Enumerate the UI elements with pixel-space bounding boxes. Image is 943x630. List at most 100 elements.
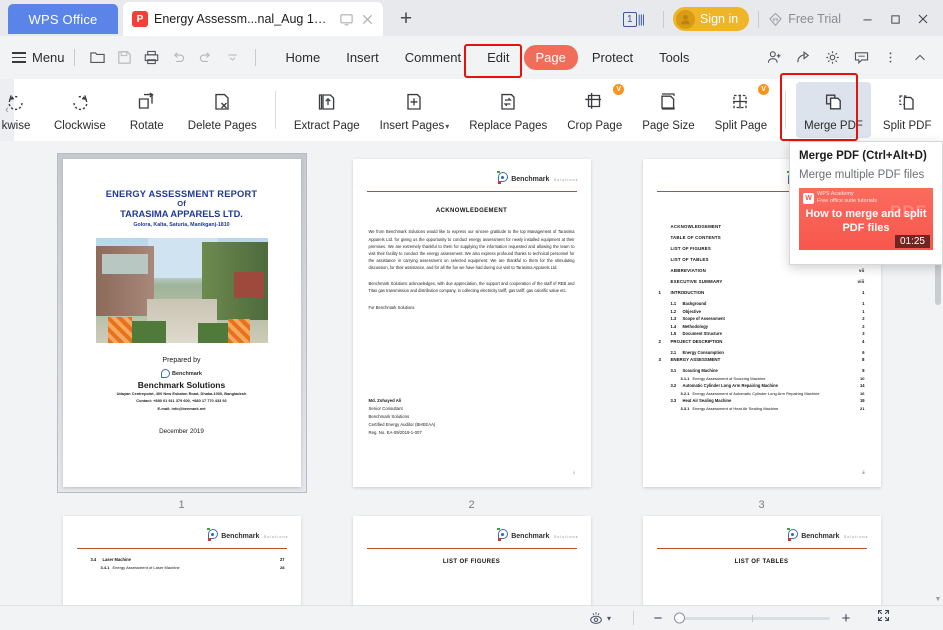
open-file-icon[interactable] [84, 44, 111, 71]
ribbon-replace-pages[interactable]: Replace Pages [461, 82, 555, 138]
chevron-down-icon[interactable]: ▾ [607, 614, 611, 623]
tab-page-label: Page [535, 50, 566, 65]
ribbon-split-pdf[interactable]: Split PDF [875, 82, 940, 138]
toc-row: 3.2.1 Energy Assessment of Automatic Cyli… [659, 391, 865, 396]
close-tab-icon[interactable] [360, 12, 375, 27]
rotate-clockwise-icon [67, 86, 93, 116]
ribbon-split-page[interactable]: V Split Page [707, 82, 775, 138]
undo-icon[interactable] [165, 44, 192, 71]
ribbon-delete-pages-label: Delete Pages [187, 120, 257, 132]
page-header: Benchmark Solutions [353, 516, 591, 546]
tab-comment[interactable]: Comment [393, 45, 473, 70]
page-header: Benchmark Solutions [63, 516, 301, 546]
maximize-button[interactable] [881, 7, 909, 31]
page-thumbnail-6[interactable]: Benchmark Solutions LIST OF TABLES [638, 511, 886, 605]
ribbon-crop-page[interactable]: V Crop Page [559, 82, 630, 138]
close-window-button[interactable] [909, 7, 937, 31]
wps-office-home-tab[interactable]: WPS Office [8, 4, 118, 34]
page-thumbnail-1[interactable]: ENERGY ASSESSMENT REPORT Of TARASIMA APP… [57, 154, 306, 492]
ribbon-merge-pdf[interactable]: Merge PDF [796, 82, 871, 138]
benchmark-logo: Benchmark Solutions [497, 168, 578, 186]
divider [633, 611, 635, 625]
redo-icon[interactable] [192, 44, 219, 71]
toc-entry-text: Background [682, 301, 707, 307]
page-thumbnail-5[interactable]: Benchmark Solutions LIST OF FIGURES [348, 511, 596, 605]
section-heading: LIST OF FIGURES [442, 559, 501, 566]
toc-entry-page: 1 [862, 301, 865, 307]
signer-reg: Reg. No. EA-09/2019-1-007 [368, 429, 422, 435]
tutorial-video-thumbnail[interactable]: W WPS Academy Free office suite tutorial… [799, 188, 933, 250]
vip-badge-icon: V [613, 84, 625, 95]
split-page-icon [728, 86, 754, 116]
toc-entry-text: Automatic Cylinder Long Arm Repairing Ma… [682, 383, 778, 389]
toc-entry-page: 8 [862, 357, 865, 363]
toc-entry-page: 10 [860, 375, 865, 381]
ribbon-page-size[interactable]: Page Size [634, 82, 702, 138]
vip-badge-icon: V [758, 84, 770, 95]
more-options-icon[interactable] [877, 44, 904, 71]
zoom-slider-track[interactable] [674, 612, 831, 624]
ribbon-extract-page-label: Extract Page [293, 120, 360, 132]
view-mode-button[interactable]: ▾ [588, 610, 611, 626]
page-footer-number: i [573, 470, 575, 475]
free-trial-button[interactable]: Free Trial [768, 12, 841, 27]
save-file-icon[interactable] [111, 44, 138, 71]
page-thumbnail-2[interactable]: Benchmark Solutions ACKNOWLEDGEMENT We f… [348, 154, 596, 492]
sign-in-button[interactable]: Sign in [672, 7, 750, 31]
benchmark-name: Benchmark [221, 533, 260, 540]
benchmark-logo: Benchmark Solutions [787, 525, 868, 543]
ribbon-rotate[interactable]: Rotate [118, 82, 176, 138]
zoom-out-button[interactable]: − [650, 610, 666, 627]
header-rule [656, 548, 867, 550]
quick-access-more-icon[interactable] [219, 44, 246, 71]
collapse-ribbon-icon[interactable] [906, 44, 933, 71]
tab-edit[interactable]: Edit [475, 45, 521, 70]
print-icon[interactable] [138, 44, 165, 71]
add-user-icon[interactable] [761, 44, 788, 71]
signature-block: Md. Zohayed Ali Senior Consultant Benchm… [369, 397, 575, 437]
benchmark-logo-text: Benchmark Solutions [511, 168, 578, 186]
benchmark-logo-text: Benchmark Solutions [511, 525, 578, 543]
new-tab-button[interactable]: + [393, 6, 419, 32]
section-heading: LIST OF TABLES [734, 559, 789, 566]
comment-icon[interactable] [848, 44, 875, 71]
ribbon-extract-page[interactable]: Extract Page [286, 82, 368, 138]
benchmark-name: Benchmark [511, 533, 550, 540]
chevron-down-icon[interactable]: ▾ [445, 122, 449, 131]
toc-row: 1 INTRODUCTION 1 [659, 290, 865, 295]
toc-entry-text: Heat Air Sealing Machine [682, 398, 732, 404]
gear-icon[interactable] [819, 44, 846, 71]
closing-line: For Benchmark Solutions [368, 304, 415, 310]
fullscreen-icon [877, 609, 890, 622]
ribbon-insert-pages[interactable]: Insert Pages▾ [372, 82, 458, 138]
tab-insert[interactable]: Insert [334, 45, 391, 70]
minimize-button[interactable] [853, 7, 881, 31]
page-thumbnail-4[interactable]: Benchmark Solutions 3.4 Laser Machine 27 3.… [58, 511, 306, 605]
document-tab[interactable]: P Energy Assessm...nal_Aug 15.pdf [123, 2, 383, 36]
insert-pages-icon [401, 86, 427, 116]
ribbon-rotate-anticlockwise[interactable]: kwise [0, 82, 42, 138]
tab-home-label: Home [285, 50, 321, 65]
scroll-down-icon[interactable]: ▼ [933, 594, 943, 605]
ribbon-delete-pages[interactable]: Delete Pages [180, 82, 265, 138]
page-count-indicator[interactable]: 1 ||| [623, 11, 645, 27]
toc-row: 1.1 Background 1 [659, 301, 865, 306]
tab-home[interactable]: Home [274, 45, 333, 70]
present-mode-icon[interactable] [339, 12, 354, 27]
zoom-slider-handle[interactable] [674, 612, 686, 624]
tab-protect[interactable]: Protect [580, 45, 645, 70]
menu-bar: Menu Home Insert Comment Edit Page Prote… [0, 36, 943, 79]
ribbon-page-size-label: Page Size [642, 120, 695, 132]
cover-address-line-1: Udayan Centrepoint, 400 New Eskaton Road… [116, 391, 247, 396]
ribbon-rotate-clockwise[interactable]: Clockwise [46, 82, 114, 138]
new-tab-label: + [399, 7, 413, 30]
toc-entry-number: 3.3 [670, 398, 677, 404]
main-menu-button[interactable]: Menu [12, 50, 65, 65]
share-icon[interactable] [790, 44, 817, 71]
fullscreen-button[interactable] [876, 608, 891, 628]
benchmark-sub: Solutions [553, 535, 579, 539]
zoom-in-button[interactable]: + [838, 610, 854, 627]
tab-page[interactable]: Page [523, 45, 578, 70]
toc-entry-text: Scouring Machine [682, 368, 718, 374]
tab-tools[interactable]: Tools [647, 45, 701, 70]
